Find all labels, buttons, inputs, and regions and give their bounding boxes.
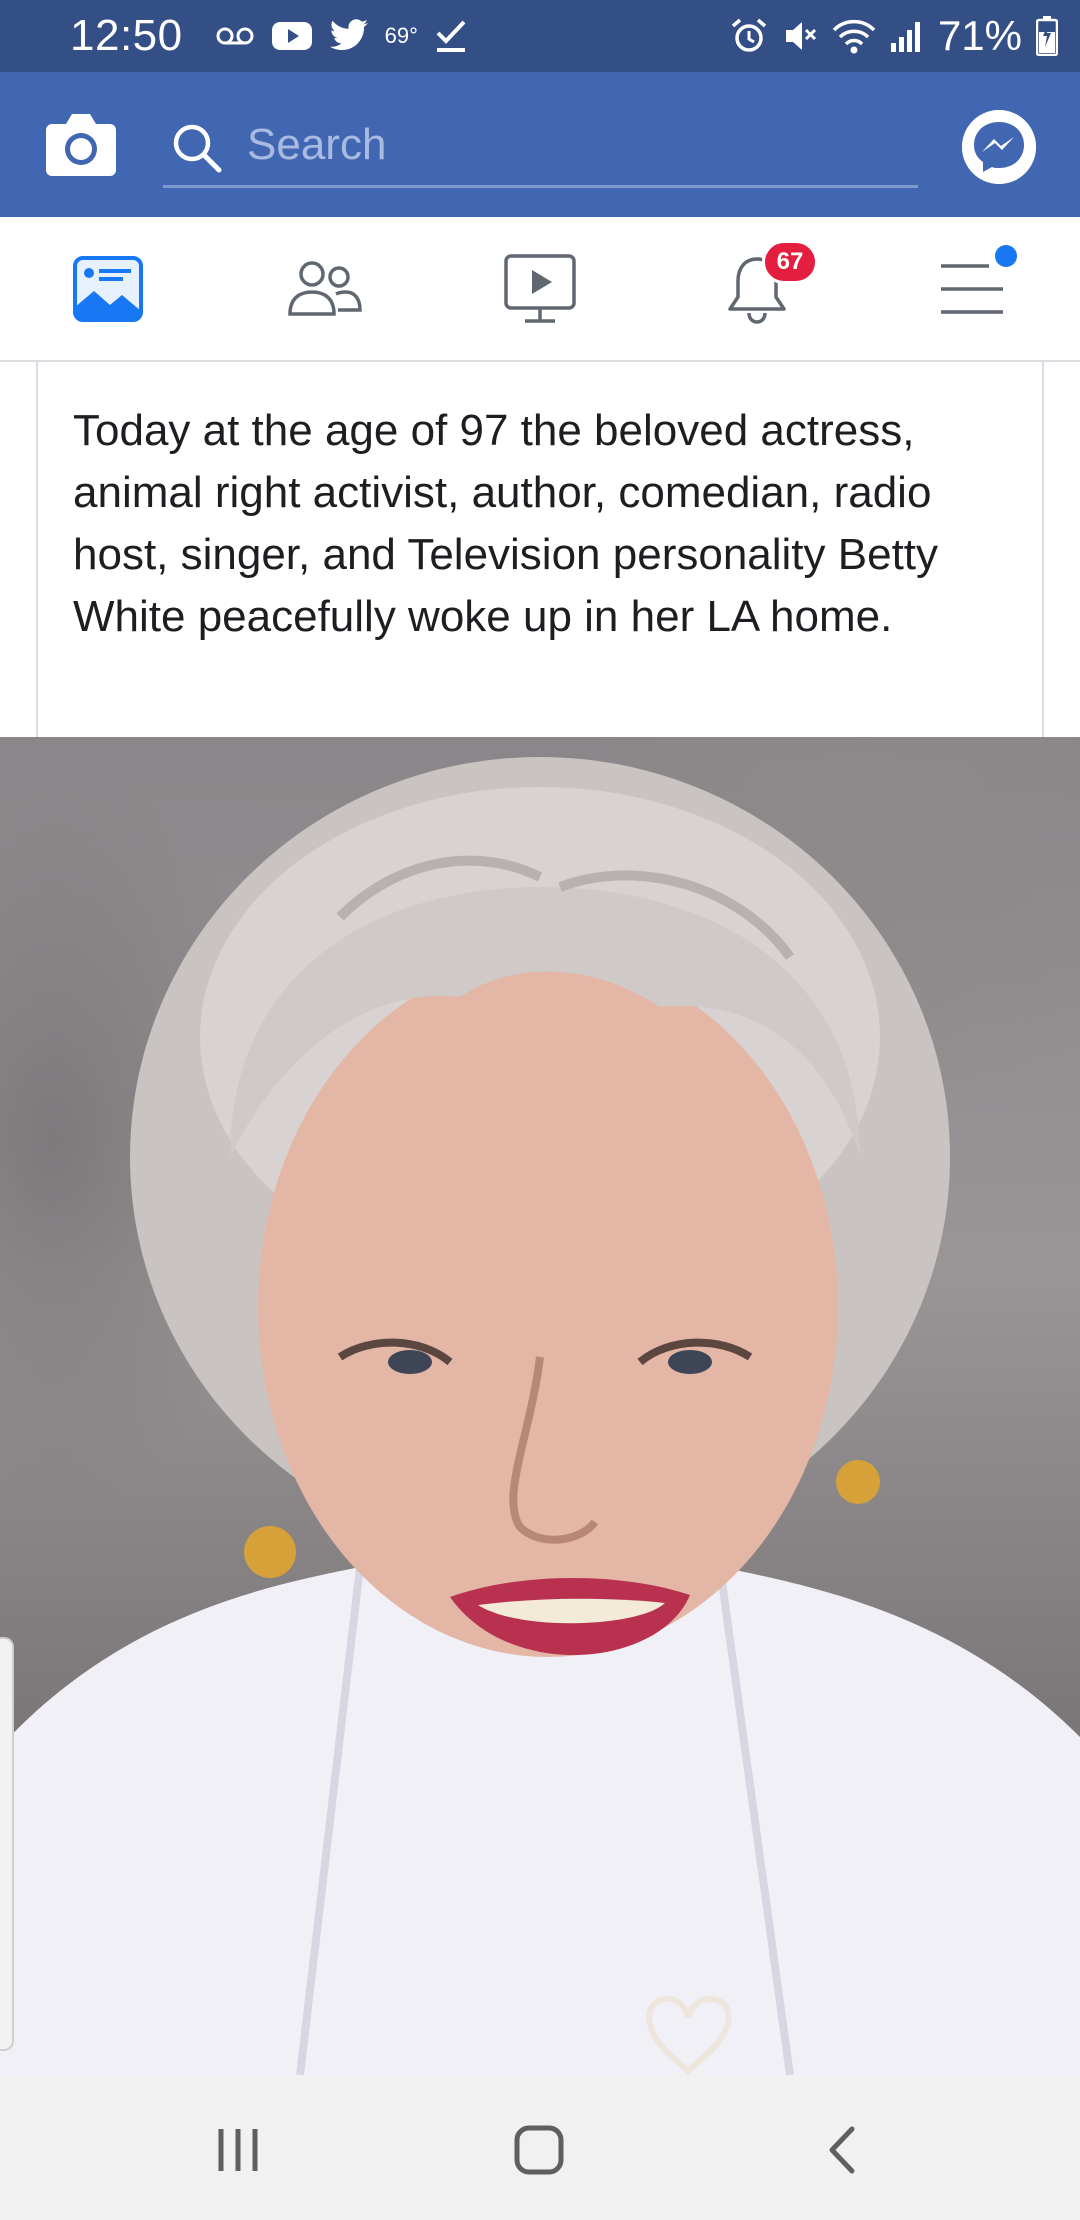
tab-watch[interactable] — [465, 217, 615, 360]
friends-icon — [288, 260, 362, 316]
back-icon — [829, 2126, 855, 2174]
news-feed-icon — [73, 255, 143, 322]
twitter-icon — [329, 19, 368, 51]
search-input[interactable]: Search — [163, 108, 918, 188]
recents-icon — [218, 2129, 258, 2171]
status-right: 71% — [730, 12, 1058, 60]
status-time: 12:50 — [70, 11, 183, 60]
tab-menu[interactable] — [897, 217, 1047, 360]
menu-notification-dot — [995, 245, 1017, 267]
messenger-button[interactable] — [962, 110, 1036, 184]
voicemail-icon — [216, 27, 254, 45]
system-nav-bar — [0, 2075, 1080, 2220]
back-button[interactable] — [786, 2105, 896, 2195]
tab-bar: 67 — [0, 217, 1080, 362]
app-bar: Search — [0, 72, 1080, 217]
recents-button[interactable] — [183, 2105, 293, 2195]
post-photo[interactable] — [0, 737, 1080, 2075]
battery-icon — [1036, 16, 1058, 56]
home-icon — [514, 2125, 564, 2175]
status-temperature: 69° — [384, 23, 418, 48]
post-text: Today at the age of 97 the beloved actre… — [73, 406, 939, 641]
portrait-illustration — [0, 757, 1080, 2075]
tab-notifications[interactable]: 67 — [682, 217, 832, 360]
home-button[interactable] — [484, 2105, 594, 2195]
youtube-icon — [271, 22, 312, 50]
camera-button[interactable] — [44, 108, 118, 178]
mute-icon — [785, 22, 816, 50]
camera-icon — [46, 114, 116, 176]
tab-friends[interactable] — [249, 217, 399, 360]
signal-icon — [890, 22, 920, 52]
watch-icon — [504, 253, 576, 323]
tab-news-feed[interactable] — [33, 217, 183, 360]
messenger-icon — [962, 110, 1036, 184]
checkmark-icon — [436, 20, 466, 52]
search-placeholder: Search — [247, 120, 387, 169]
status-bar: 12:50 69° 71% — [0, 0, 1080, 72]
hamburger-menu-icon — [941, 263, 1003, 314]
status-battery-percent: 71% — [937, 12, 1022, 59]
search-icon — [173, 124, 222, 173]
wifi-icon — [832, 19, 876, 54]
scroll-handle[interactable] — [0, 1637, 14, 2051]
alarm-icon — [731, 18, 767, 52]
status-left: 12:50 69° — [70, 11, 468, 61]
post-text-card: Today at the age of 97 the beloved actre… — [36, 362, 1044, 737]
notification-badge: 67 — [762, 240, 818, 284]
